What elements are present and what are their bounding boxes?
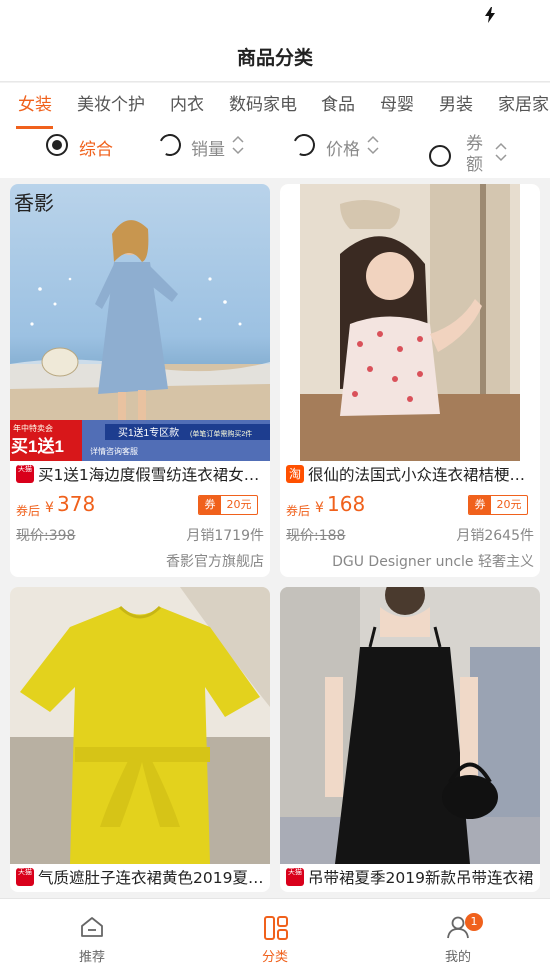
currency-symbol: ¥ (315, 500, 324, 516)
radio-unchecked-icon (429, 145, 451, 167)
sort-label: 销量 (191, 140, 225, 160)
product-image[interactable]: 香影 买1送1专区款 (单笔订单需购买2件 年中特卖会 买1送1 详情咨询客服 (10, 184, 270, 461)
status-bar (0, 0, 550, 32)
nav-label: 分类 (261, 950, 288, 965)
category-tabs: 女装 美妆个护 内衣 数码家电 食品 母婴 男装 家居家 (0, 83, 550, 130)
taobao-icon: 淘 (286, 465, 304, 483)
tab-men[interactable]: 男装 (439, 90, 473, 115)
tab-home[interactable]: 家居家 (498, 90, 549, 115)
product-photo (280, 184, 540, 461)
coupon-price: 168 (327, 492, 366, 516)
sort-label: 价格 (326, 140, 360, 160)
meta-row: 现价:188 月销2645件 (286, 525, 534, 545)
sort-bar: 综合 销量 价格 券额 (0, 130, 550, 178)
promo-strip-note: (单笔订单需购买2件 (190, 429, 252, 438)
monthly-sales: 月销1719件 (186, 528, 264, 544)
product-name[interactable]: 天猫气质遮肚子连衣裙黄色2019夏季新款 (16, 866, 264, 888)
product-name[interactable]: 天猫买1送1海边度假雪纺连衣裙女2019夏季新款 (16, 463, 264, 485)
meta-row: 现价:398 月销1719件 (16, 525, 264, 545)
product-name[interactable]: 淘很仙的法国式小众连衣裙桔梗裙夏 (286, 463, 534, 485)
price-row: 券后 ¥ 378 券 20元 (16, 492, 262, 520)
product-image[interactable] (10, 587, 270, 864)
sort-arrows-icon (495, 142, 507, 162)
tmall-icon: 天猫 (286, 868, 304, 886)
nav-recommend[interactable]: 推荐 (42, 899, 142, 979)
bottom-nav: 推荐 分类 1 我的 (0, 898, 550, 979)
price-row: 券后 ¥ 168 券 20元 (286, 492, 532, 520)
nav-label: 推荐 (78, 950, 105, 965)
tmall-icon: 天猫 (16, 868, 34, 886)
sort-arrows-icon (367, 135, 379, 155)
coupon-price: 378 (57, 492, 96, 516)
store-name[interactable]: 香影官方旗舰店 (166, 551, 264, 571)
product-image[interactable] (280, 184, 540, 461)
bolt-icon (485, 7, 495, 23)
promo-big: 买1送1 (11, 436, 64, 456)
sort-sales[interactable]: 销量 (155, 130, 259, 178)
after-coupon-label: 券后 (286, 504, 311, 518)
tab-beauty[interactable]: 美妆个护 (77, 90, 145, 115)
product-card[interactable]: 香影 买1送1专区款 (单笔订单需购买2件 年中特卖会 买1送1 详情咨询客服 … (10, 184, 270, 577)
loading-ring-icon (289, 130, 319, 160)
nav-label: 我的 (444, 950, 471, 965)
home-icon (81, 917, 103, 937)
category-icon (264, 916, 288, 940)
loading-ring-icon (155, 130, 185, 160)
product-card[interactable]: 天猫 吊带裙夏季2019新款吊带连衣裙 (280, 587, 540, 892)
promo-top: 年中特卖会 (13, 423, 53, 433)
tab-baby[interactable]: 母婴 (380, 90, 414, 115)
radio-checked-icon (46, 134, 68, 156)
currency-symbol: ¥ (45, 500, 54, 516)
sort-comprehensive[interactable]: 综合 (46, 130, 146, 178)
page-header: 商品分类 (0, 32, 550, 82)
tab-food[interactable]: 食品 (321, 90, 355, 115)
tab-women[interactable]: 女装 (18, 90, 52, 115)
tab-digital[interactable]: 数码家电 (229, 90, 297, 115)
product-name[interactable]: 天猫 吊带裙夏季2019新款吊带连衣裙 (286, 866, 534, 888)
notification-badge: 1 (465, 913, 483, 931)
sort-label: 券额 (466, 134, 483, 175)
product-photo (10, 587, 270, 864)
sort-arrows-icon (232, 135, 244, 155)
sort-label: 综合 (79, 140, 113, 160)
tmall-icon: 天猫 (16, 465, 34, 483)
coupon-badge[interactable]: 券 20元 (198, 495, 258, 515)
sort-coupon[interactable]: 券额 (429, 130, 539, 178)
store-name[interactable]: DGU Designer uncle 轻奢主义 (332, 551, 534, 571)
page-title: 商品分类 (236, 47, 313, 69)
original-price: 现价:188 (286, 528, 346, 544)
app-root: 商品分类 女装 美妆个护 内衣 数码家电 食品 母婴 男装 家居家 综合 销量 … (0, 0, 550, 979)
monthly-sales: 月销2645件 (456, 528, 534, 544)
coupon-badge[interactable]: 券 20元 (468, 495, 528, 515)
tab-underwear[interactable]: 内衣 (170, 90, 204, 115)
product-photo: 香影 买1送1专区款 (单笔订单需购买2件 年中特卖会 买1送1 详情咨询客服 (10, 184, 270, 461)
active-tab-underline (16, 126, 53, 129)
promo-sub: 详情咨询客服 (90, 446, 138, 456)
after-coupon-label: 券后 (16, 504, 41, 518)
product-image[interactable] (280, 587, 540, 864)
sort-price[interactable]: 价格 (289, 130, 393, 178)
product-card[interactable]: 天猫气质遮肚子连衣裙黄色2019夏季新款 (10, 587, 270, 892)
product-photo (280, 587, 540, 864)
original-price: 现价:398 (16, 528, 76, 544)
nav-mine[interactable]: 1 我的 (408, 899, 508, 979)
nav-category[interactable]: 分类 (225, 899, 325, 979)
brand-logo: 香影 (14, 191, 54, 215)
promo-strip: 买1送1专区款 (118, 426, 179, 439)
product-card[interactable]: 淘很仙的法国式小众连衣裙桔梗裙夏 券后 ¥ 168 券 20元 现价:188 月… (280, 184, 540, 577)
